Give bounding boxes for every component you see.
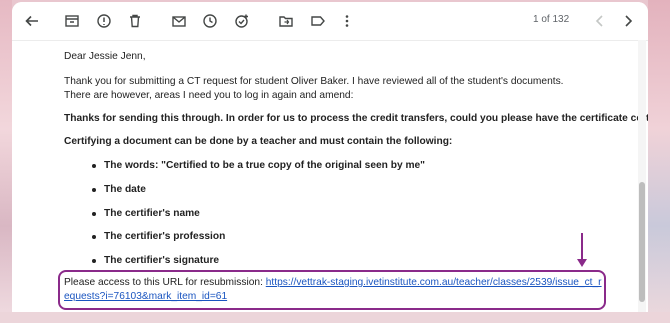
list-item: The certifier's profession [91, 231, 226, 242]
pager-count: 1 of 132 [533, 14, 570, 25]
delete-icon[interactable] [125, 11, 145, 31]
email-window: 1 of 132 Dear Jessie Jenn, Thank you for… [12, 2, 648, 312]
add-task-icon[interactable] [232, 11, 252, 31]
url-intro: Please access to this URL for resubmissi… [64, 277, 266, 288]
archive-icon[interactable] [62, 11, 82, 31]
email-toolbar: 1 of 132 [12, 2, 648, 41]
mark-unread-icon[interactable] [169, 11, 189, 31]
bold-certify-heading: Certifying a document can be done by a t… [64, 136, 453, 147]
body-line-2: There are however, areas I need you to l… [64, 90, 354, 101]
scrollbar-thumb[interactable] [639, 182, 645, 302]
more-options-icon[interactable] [337, 11, 357, 31]
older-icon[interactable] [618, 11, 638, 31]
background-right [648, 0, 670, 323]
bold-request: Thanks for sending this through. In orde… [64, 113, 648, 124]
list-item: The certifier's signature [91, 255, 220, 266]
annotation-arrowhead-icon [577, 259, 587, 267]
background-bottom [0, 312, 670, 323]
annotation-arrow-icon [581, 233, 583, 261]
snooze-icon[interactable] [200, 11, 220, 31]
list-item: The date [92, 184, 146, 195]
background-left [0, 0, 12, 323]
move-to-icon[interactable] [276, 11, 296, 31]
back-arrow-icon[interactable] [22, 11, 42, 31]
report-spam-icon[interactable] [94, 11, 114, 31]
body-line-1: Thank you for submitting a CT request fo… [64, 76, 564, 87]
newer-icon[interactable] [590, 11, 610, 31]
list-item: The words: "Certified to be a true copy … [92, 160, 425, 171]
greeting: Dear Jessie Jenn, [64, 51, 146, 62]
list-item: The certifier's name [92, 208, 200, 219]
resubmission-text: Please access to this URL for resubmissi… [64, 276, 604, 304]
label-icon[interactable] [308, 11, 328, 31]
